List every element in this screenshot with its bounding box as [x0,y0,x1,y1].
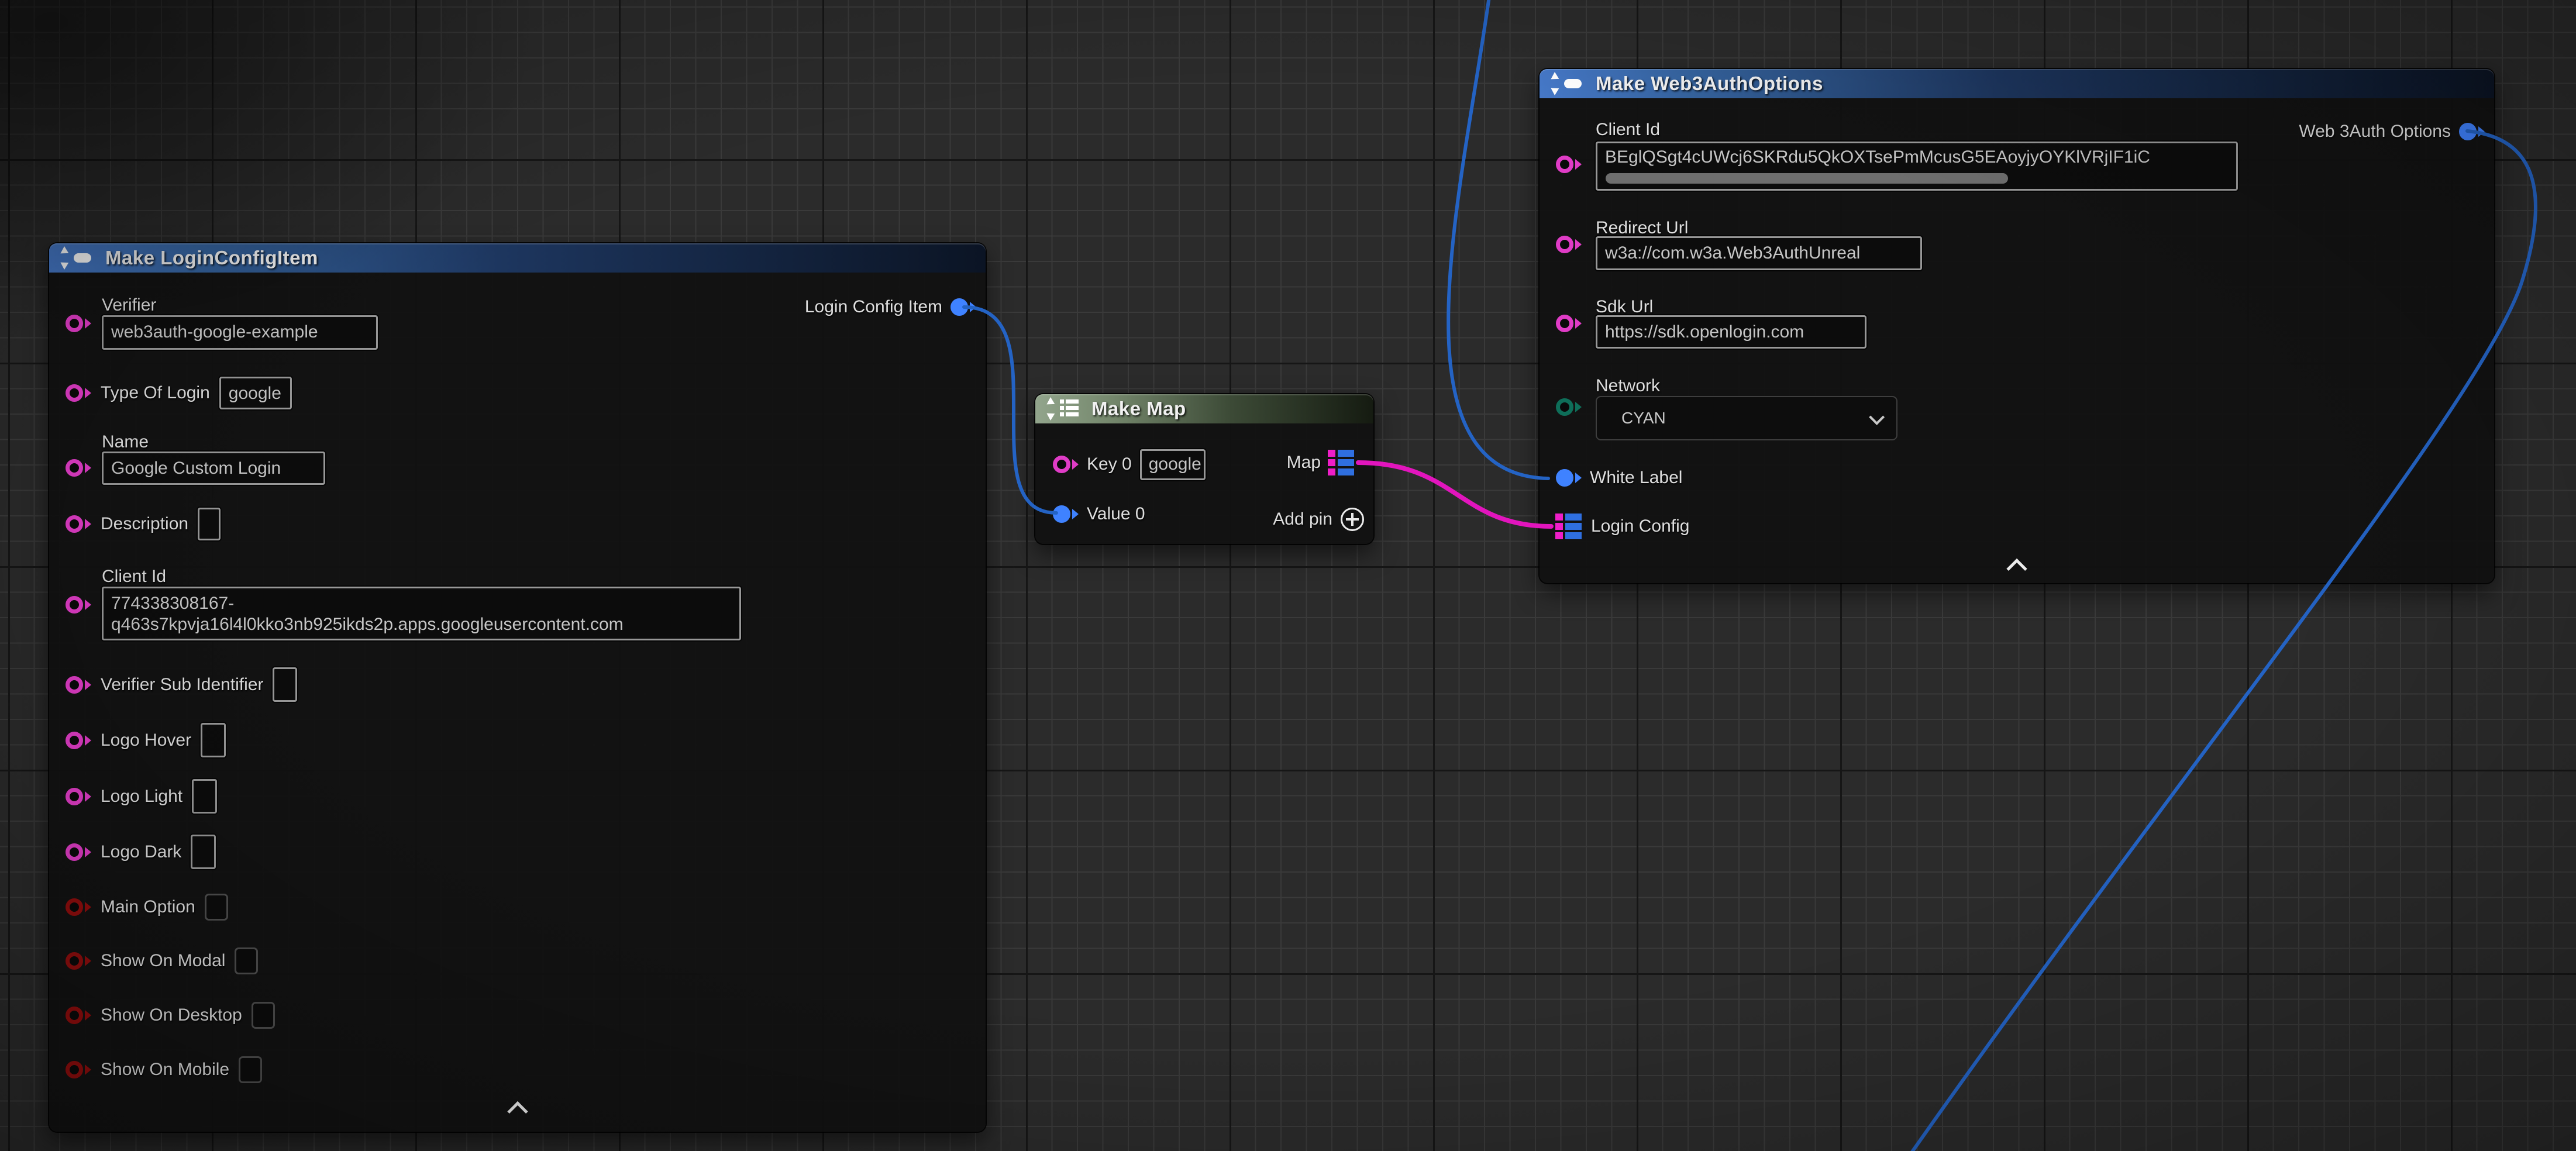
map-output-pin[interactable] [1328,450,1354,475]
client-id-label: Client Id [102,566,166,587]
verifier-sub-identifier-input[interactable] [273,667,297,702]
client-id-label: Client Id [1596,119,1660,140]
main-option-checkbox[interactable] [205,894,228,921]
key-0-label: Key 0 [1087,454,1132,475]
login-config-pin[interactable] [1555,514,1582,539]
collapse-node-chevron-icon[interactable] [2006,559,2027,579]
web3auth-options-output-label: Web 3Auth Options [2299,121,2451,142]
blueprint-graph-canvas[interactable]: Make LoginConfigItem Login Config Item V… [0,0,2576,1151]
logo-light-label: Logo Light [101,786,182,807]
login-config-label: Login Config [1591,516,1689,537]
redirect-url-pin[interactable] [1556,236,1582,253]
show-on-mobile-pin[interactable] [66,1061,91,1078]
description-input[interactable] [198,508,221,540]
map-output-label: Map [1287,452,1321,473]
node-make-web3auth-options[interactable]: Make Web3AuthOptions Web 3Auth Options C… [1540,69,2494,583]
client-id-value: BEglQSgt4cUWcj6SKRdu5QkOXTsePmMcusG5EAoy… [1605,147,2150,167]
sdk-url-pin[interactable] [1556,315,1582,332]
add-pin-button[interactable]: Add pin [1273,505,1364,533]
name-input[interactable]: Google Custom Login [102,452,325,485]
logo-hover-input[interactable] [201,723,226,757]
client-id-horizontal-scrollbar[interactable] [1606,173,2008,184]
node-title: Make LoginConfigItem [105,247,318,269]
show-on-modal-pin[interactable] [66,952,91,970]
show-on-mobile-checkbox[interactable] [239,1056,262,1083]
node-make-login-config-item[interactable]: Make LoginConfigItem Login Config Item V… [49,243,986,1132]
show-on-desktop-pin[interactable] [66,1007,91,1024]
node-make-map[interactable]: Make Map Key 0 google Map Value 0 Add pi… [1035,394,1373,544]
node-header-make-web3auth-options[interactable]: Make Web3AuthOptions [1540,69,2494,98]
verifier-label: Verifier [102,295,156,316]
client-id-input[interactable]: 774338308167-q463s7kpvja16l4l0kko3nb925i… [102,587,741,640]
value-0-label: Value 0 [1087,504,1145,525]
client-id-pin[interactable] [1556,156,1582,173]
network-dropdown[interactable]: CYAN [1596,396,1897,440]
logo-hover-pin[interactable] [66,732,91,749]
name-label: Name [102,432,149,453]
white-label-pin[interactable] [1556,469,1582,487]
type-of-login-label: Type Of Login [101,382,210,404]
wire-offscreen-to-white-label[interactable] [1448,0,1548,478]
logo-light-pin[interactable] [66,788,91,805]
redirect-url-label: Redirect Url [1596,218,1688,239]
verifier-sub-identifier-pin[interactable] [66,676,91,694]
add-pin-plus-icon[interactable] [1341,508,1364,531]
key-0-pin[interactable] [1053,456,1079,473]
main-option-label: Main Option [101,897,195,918]
verifier-input[interactable]: web3auth-google-example [102,315,378,350]
sdk-url-input[interactable]: https://sdk.openlogin.com [1596,315,1866,349]
show-on-modal-checkbox[interactable] [235,947,258,974]
client-id-pin[interactable] [66,596,91,614]
collapse-node-chevron-icon[interactable] [507,1101,528,1122]
description-label: Description [101,514,188,535]
logo-dark-pin[interactable] [66,843,91,861]
description-pin[interactable] [66,515,91,533]
client-id-input[interactable]: BEglQSgt4cUWcj6SKRdu5QkOXTsePmMcusG5EAoy… [1596,142,2238,191]
web3auth-options-output-pin[interactable] [2459,123,2485,140]
network-selected-value: CYAN [1621,409,1666,428]
node-header-make-login-config-item[interactable]: Make LoginConfigItem [49,243,986,273]
logo-dark-label: Logo Dark [101,842,181,863]
node-title: Make Web3AuthOptions [1596,73,1823,95]
login-config-item-output-pin[interactable] [950,298,976,316]
type-of-login-input[interactable]: google [219,377,292,409]
white-label-label: White Label [1590,467,1682,488]
main-option-pin[interactable] [66,898,91,916]
sdk-url-label: Sdk Url [1596,297,1653,318]
key-0-input[interactable]: google [1140,449,1206,480]
show-on-desktop-checkbox[interactable] [252,1002,275,1029]
verifier-sub-identifier-label: Verifier Sub Identifier [101,674,263,695]
logo-light-input[interactable] [192,779,217,814]
value-0-pin[interactable] [1053,505,1079,523]
wire-map-to-login-config[interactable] [1358,463,1551,526]
show-on-mobile-label: Show On Mobile [101,1059,229,1080]
node-header-make-map[interactable]: Make Map [1035,394,1373,423]
make-struct-icon [1552,73,1586,94]
type-of-login-pin[interactable] [66,384,91,402]
network-label: Network [1596,375,1660,397]
name-pin[interactable] [66,459,91,477]
chevron-down-icon [1869,409,1885,425]
node-title: Make Map [1091,398,1186,420]
make-map-icon [1048,398,1082,419]
show-on-desktop-label: Show On Desktop [101,1005,242,1026]
show-on-modal-label: Show On Modal [101,950,225,971]
add-pin-label: Add pin [1273,509,1332,530]
network-pin[interactable] [1556,398,1582,416]
output-pin-label: Login Config Item [805,297,942,318]
verifier-pin[interactable] [66,315,91,332]
redirect-url-input[interactable]: w3a://com.w3a.Web3AuthUnreal [1596,236,1922,270]
logo-dark-input[interactable] [191,835,216,869]
make-struct-icon [62,247,96,268]
logo-hover-label: Logo Hover [101,730,191,751]
